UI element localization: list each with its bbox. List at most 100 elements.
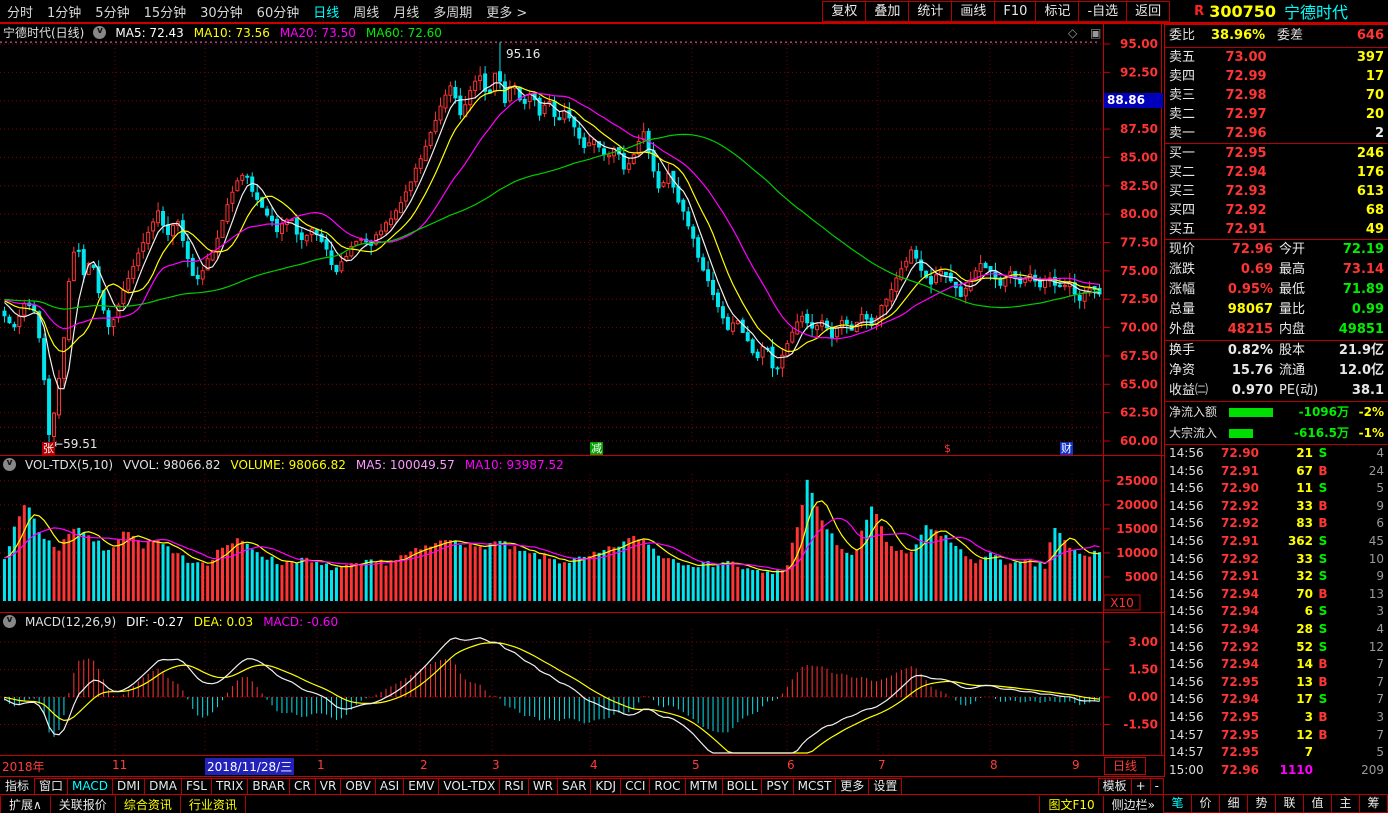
ask-row[interactable]: 卖四72.9917 (1165, 67, 1388, 86)
period-tab-日线[interactable]: 日线 (313, 2, 339, 21)
indicator-tab-更多[interactable]: 更多 (835, 778, 869, 795)
indicator-tab-窗口[interactable]: 窗口 (34, 778, 68, 795)
topbar-button-画线[interactable]: 画线 (951, 1, 995, 22)
indicator-tab-ROC[interactable]: ROC (649, 778, 685, 795)
tick-row[interactable]: 14:5672.9252S12 (1165, 639, 1388, 657)
tick-row[interactable]: 14:5672.9428S4 (1165, 621, 1388, 639)
tick-row[interactable]: 14:5672.9470B13 (1165, 586, 1388, 604)
period-tab-15分钟[interactable]: 15分钟 (144, 2, 187, 21)
diamond-icon[interactable]: ◇ (1068, 26, 1077, 40)
indicator-tab-CCI[interactable]: CCI (620, 778, 650, 795)
indicator-tab-WR[interactable]: WR (528, 778, 558, 795)
indicator-tab-CR[interactable]: CR (289, 778, 316, 795)
status-item-关联报价[interactable]: 关联报价 (51, 796, 116, 813)
tick-row[interactable]: 15:0072.961110209 (1165, 762, 1388, 780)
period-tab-30分钟[interactable]: 30分钟 (200, 2, 243, 21)
volume-chart[interactable]: 250002000015000100005000X10 (0, 456, 1164, 612)
quote-tab-主[interactable]: 主 (1331, 794, 1360, 813)
macd-chart[interactable]: 3.001.500.00-1.50 (0, 613, 1164, 755)
quote-tab-细[interactable]: 细 (1219, 794, 1248, 813)
quote-tab-值[interactable]: 值 (1303, 794, 1332, 813)
topbar-button-F10[interactable]: F10 (994, 1, 1036, 22)
topbar-button--自选[interactable]: -自选 (1078, 1, 1127, 22)
quote-tab-笔[interactable]: 笔 (1163, 794, 1192, 813)
tick-row[interactable]: 14:5772.9575 (1165, 744, 1388, 762)
bid-row[interactable]: 买三72.93613 (1165, 182, 1388, 201)
indicator-tab-VR[interactable]: VR (315, 778, 342, 795)
quote-tab-联[interactable]: 联 (1275, 794, 1304, 813)
indicator-tab-PSY[interactable]: PSY (761, 778, 793, 795)
indicator-tab-KDJ[interactable]: KDJ (590, 778, 621, 795)
event-marker-财[interactable]: 财 (1060, 442, 1073, 455)
event-marker-$[interactable]: $ (941, 442, 954, 455)
quote-tab-筹[interactable]: 筹 (1359, 794, 1388, 813)
indicator-tab-OBV[interactable]: OBV (340, 778, 376, 795)
period-tab-多周期[interactable]: 多周期 (433, 2, 472, 21)
indicator-tab-BRAR[interactable]: BRAR (247, 778, 290, 795)
indicator-tab-SAR[interactable]: SAR (557, 778, 591, 795)
status-item-行业资讯[interactable]: 行业资讯 (181, 796, 246, 813)
period-tab-周线[interactable]: 周线 (353, 2, 379, 21)
indicator-tab-MCST[interactable]: MCST (793, 778, 837, 795)
tick-row[interactable]: 14:5672.9417S7 (1165, 691, 1388, 709)
bid-row[interactable]: 买一72.95246 (1165, 144, 1388, 163)
indicator-tab-BOLL[interactable]: BOLL (722, 778, 763, 795)
period-tab-1分钟[interactable]: 1分钟 (47, 2, 81, 21)
ask-row[interactable]: 卖三72.9870 (1165, 86, 1388, 105)
event-marker-减[interactable]: 减 (590, 442, 603, 455)
indicator-tab-ASI[interactable]: ASI (375, 778, 404, 795)
indicator-right-+[interactable]: + (1131, 778, 1151, 795)
ask-row[interactable]: 卖五73.00397 (1165, 48, 1388, 67)
indicator-tab-MTM[interactable]: MTM (685, 778, 723, 795)
topbar-button-叠加[interactable]: 叠加 (865, 1, 909, 22)
window-icon[interactable]: ▣ (1090, 26, 1101, 40)
indicator-tab-FSL[interactable]: FSL (181, 778, 212, 795)
indicator-tab-EMV[interactable]: EMV (403, 778, 439, 795)
tick-row[interactable]: 14:5672.9283B6 (1165, 515, 1388, 533)
status-item-图文F10[interactable]: 图文F10 (1039, 796, 1103, 813)
indicator-right--[interactable]: - (1150, 778, 1164, 795)
indicator-tab-TRIX[interactable]: TRIX (211, 778, 248, 795)
tick-row[interactable]: 14:5672.953B3 (1165, 709, 1388, 727)
topbar-button-标记[interactable]: 标记 (1035, 1, 1079, 22)
topbar-button-统计[interactable]: 统计 (908, 1, 952, 22)
event-marker-张[interactable]: 张 (42, 442, 55, 455)
period-tab-分时[interactable]: 分时 (7, 2, 33, 21)
tick-row[interactable]: 14:5672.9414B7 (1165, 656, 1388, 674)
tick-row[interactable]: 14:5672.9167B24 (1165, 463, 1388, 481)
chevron-down-icon[interactable]: v (3, 615, 16, 628)
period-tab-月线[interactable]: 月线 (393, 2, 419, 21)
indicator-tab-MACD[interactable]: MACD (67, 778, 113, 795)
tick-row[interactable]: 14:5672.9011S5 (1165, 480, 1388, 498)
topbar-button-复权[interactable]: 复权 (822, 1, 866, 22)
tick-row[interactable]: 14:5672.946S3 (1165, 603, 1388, 621)
tick-row[interactable]: 14:5772.9512B7 (1165, 727, 1388, 745)
status-item-综合资讯[interactable]: 综合资讯 (116, 796, 181, 813)
quote-tab-势[interactable]: 势 (1247, 794, 1276, 813)
indicator-tab-设置[interactable]: 设置 (868, 778, 902, 795)
tick-row[interactable]: 14:5672.9021S4 (1165, 445, 1388, 463)
indicator-tab-DMI[interactable]: DMI (112, 778, 145, 795)
tick-row[interactable]: 14:5672.9233B9 (1165, 498, 1388, 516)
topbar-button-返回[interactable]: 返回 (1126, 1, 1170, 22)
tick-row[interactable]: 14:5672.9513B7 (1165, 674, 1388, 692)
bid-row[interactable]: 买二72.94176 (1165, 163, 1388, 182)
indicator-tab-RSI[interactable]: RSI (499, 778, 529, 795)
period-tab-5分钟[interactable]: 5分钟 (95, 2, 129, 21)
bid-row[interactable]: 买四72.9268 (1165, 201, 1388, 220)
indicator-tab-VOL-TDX[interactable]: VOL-TDX (438, 778, 500, 795)
bid-row[interactable]: 买五72.9149 (1165, 220, 1388, 240)
ask-row[interactable]: 卖一72.962 (1165, 124, 1388, 144)
chevron-down-icon[interactable]: v (93, 26, 106, 39)
chevron-down-icon[interactable]: v (3, 458, 16, 471)
tick-row[interactable]: 14:5672.9132S9 (1165, 568, 1388, 586)
kline-chart[interactable]: 95.0092.5087.5085.0082.5080.0077.5075.00… (0, 24, 1164, 455)
period-tab-更多 >[interactable]: 更多 > (486, 2, 527, 21)
indicator-tab-DMA[interactable]: DMA (144, 778, 182, 795)
indicator-right-模板[interactable]: 模板 (1098, 778, 1132, 795)
date-label[interactable]: 2018/11/28/三 (205, 758, 294, 775)
tick-row[interactable]: 14:5672.91362S45 (1165, 533, 1388, 551)
quote-tab-价[interactable]: 价 (1191, 794, 1220, 813)
tick-row[interactable]: 14:5672.9233S10 (1165, 551, 1388, 569)
status-item-扩展∧[interactable]: 扩展∧ (0, 796, 51, 813)
